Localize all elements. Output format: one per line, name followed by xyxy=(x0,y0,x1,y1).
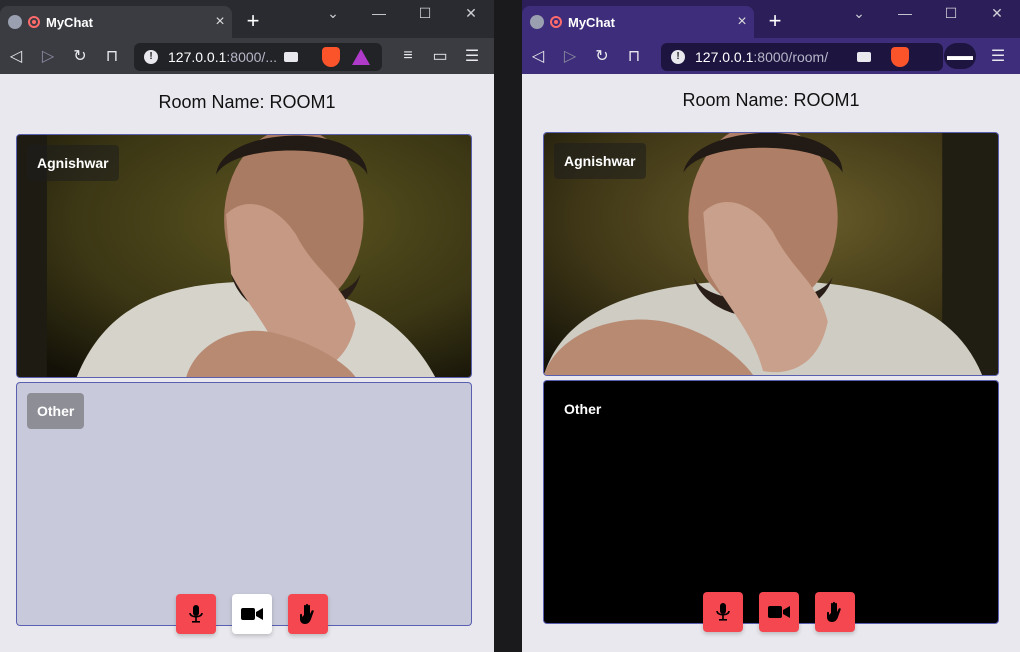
reload-button[interactable]: ↻ xyxy=(586,46,618,66)
raise-hand-icon xyxy=(827,601,841,622)
recording-indicator-icon xyxy=(550,16,562,28)
new-tab-button[interactable]: + xyxy=(764,8,786,34)
browser-tab[interactable]: MyChat × xyxy=(522,6,754,38)
raise-hand-button[interactable] xyxy=(288,594,328,634)
private-window-icon[interactable]: ▬▬ xyxy=(944,43,976,69)
microphone-icon xyxy=(716,603,730,621)
call-controls xyxy=(703,592,855,632)
other-video-tile: Other xyxy=(16,382,472,626)
media-playlist-icon[interactable]: ≡ xyxy=(392,47,424,65)
maximize-button[interactable]: ☐ xyxy=(928,0,974,30)
close-window-button[interactable]: ✕ xyxy=(448,0,494,30)
browser-toolbar: ◁ ▷ ↻ ⊓ ! 127.0.0.1:8000/... ≡ ▭ ☰ xyxy=(0,38,494,74)
url-path: :8000/room/ xyxy=(753,49,829,65)
browser-tab[interactable]: MyChat × xyxy=(0,6,232,38)
tab-strip: MyChat × + ⌄ — ☐ ✕ xyxy=(0,0,494,38)
back-button[interactable]: ◁ xyxy=(522,46,554,66)
self-video-tile: Agnishwar xyxy=(543,132,999,376)
close-window-button[interactable]: ✕ xyxy=(974,0,1020,30)
address-bar[interactable]: ! 127.0.0.1:8000/... xyxy=(134,43,382,71)
left-browser-window: MyChat × + ⌄ — ☐ ✕ ◁ ▷ ↻ ⊓ ! 127.0.0.1:8… xyxy=(0,0,494,652)
menu-icon[interactable]: ☰ xyxy=(982,46,1014,66)
video-camera-icon xyxy=(241,608,263,620)
raise-hand-button[interactable] xyxy=(815,592,855,632)
other-video-tile: Other xyxy=(543,380,999,624)
participant-name-tag: Other xyxy=(554,391,612,427)
call-controls xyxy=(176,594,328,634)
url-host: 127.0.0.1 xyxy=(168,49,227,65)
url-path: :8000/... xyxy=(226,49,277,65)
minimize-button[interactable]: — xyxy=(356,0,402,30)
mute-microphone-button[interactable] xyxy=(176,594,216,634)
tab-title: MyChat xyxy=(46,14,93,30)
reload-button[interactable]: ↻ xyxy=(64,46,96,66)
raise-hand-icon xyxy=(300,603,314,624)
forward-button[interactable]: ▷ xyxy=(32,46,64,66)
window-controls: ⌄ — ☐ ✕ xyxy=(836,0,1020,30)
close-tab-icon[interactable]: × xyxy=(208,13,232,31)
forward-button[interactable]: ▷ xyxy=(554,46,586,66)
mute-microphone-button[interactable] xyxy=(703,592,743,632)
self-video-tile: Agnishwar xyxy=(16,134,472,378)
tab-title: MyChat xyxy=(568,14,615,30)
bookmark-icon[interactable]: ⊓ xyxy=(96,46,128,66)
address-bar[interactable]: ! 127.0.0.1:8000/room/ xyxy=(661,43,943,71)
toolbar-right: ▬▬ ☰ xyxy=(944,38,1014,74)
close-tab-icon[interactable]: × xyxy=(730,13,754,31)
right-browser-window: MyChat × + ⌄ — ☐ ✕ ◁ ▷ ↻ ⊓ ! 127.0.0.1:8… xyxy=(522,0,1020,652)
tab-search-icon[interactable]: ⌄ xyxy=(310,0,356,30)
participant-name-tag: Other xyxy=(27,393,85,429)
video-camera-icon xyxy=(768,606,790,618)
wallet-icon[interactable]: ▭ xyxy=(424,46,456,66)
tab-search-icon[interactable]: ⌄ xyxy=(836,0,882,30)
microphone-icon xyxy=(189,605,203,623)
brave-shields-icon[interactable] xyxy=(322,47,340,67)
bookmark-icon[interactable]: ⊓ xyxy=(618,46,650,66)
desktop-gap xyxy=(494,0,522,652)
maximize-button[interactable]: ☐ xyxy=(402,0,448,30)
room-name-heading: Room Name: ROOM1 xyxy=(682,90,860,110)
toggle-video-button[interactable] xyxy=(759,592,799,632)
minimize-button[interactable]: — xyxy=(882,0,928,30)
toolbar-right: ≡ ▭ ☰ xyxy=(392,38,488,74)
site-info-icon[interactable]: ! xyxy=(671,50,685,64)
new-tab-button[interactable]: + xyxy=(242,8,264,34)
camera-in-use-icon[interactable] xyxy=(284,52,298,62)
tab-strip: MyChat × + ⌄ — ☐ ✕ xyxy=(522,0,1020,38)
room-name-heading: Room Name: ROOM1 xyxy=(158,92,336,112)
browser-toolbar: ◁ ▷ ↻ ⊓ ! 127.0.0.1:8000/room/ ▬▬ ☰ xyxy=(522,38,1020,74)
url-host: 127.0.0.1 xyxy=(695,49,754,65)
brave-rewards-icon[interactable] xyxy=(352,49,370,65)
participant-name-tag: Agnishwar xyxy=(27,145,119,181)
globe-icon xyxy=(8,15,22,29)
window-controls: ⌄ — ☐ ✕ xyxy=(310,0,494,30)
toggle-video-button[interactable] xyxy=(232,594,272,634)
brave-shields-icon[interactable] xyxy=(891,47,909,67)
globe-icon xyxy=(530,15,544,29)
menu-icon[interactable]: ☰ xyxy=(456,46,488,66)
site-info-icon[interactable]: ! xyxy=(144,50,158,64)
recording-indicator-icon xyxy=(28,16,40,28)
back-button[interactable]: ◁ xyxy=(0,46,32,66)
participant-name-tag: Agnishwar xyxy=(554,143,646,179)
camera-in-use-icon[interactable] xyxy=(857,52,871,62)
